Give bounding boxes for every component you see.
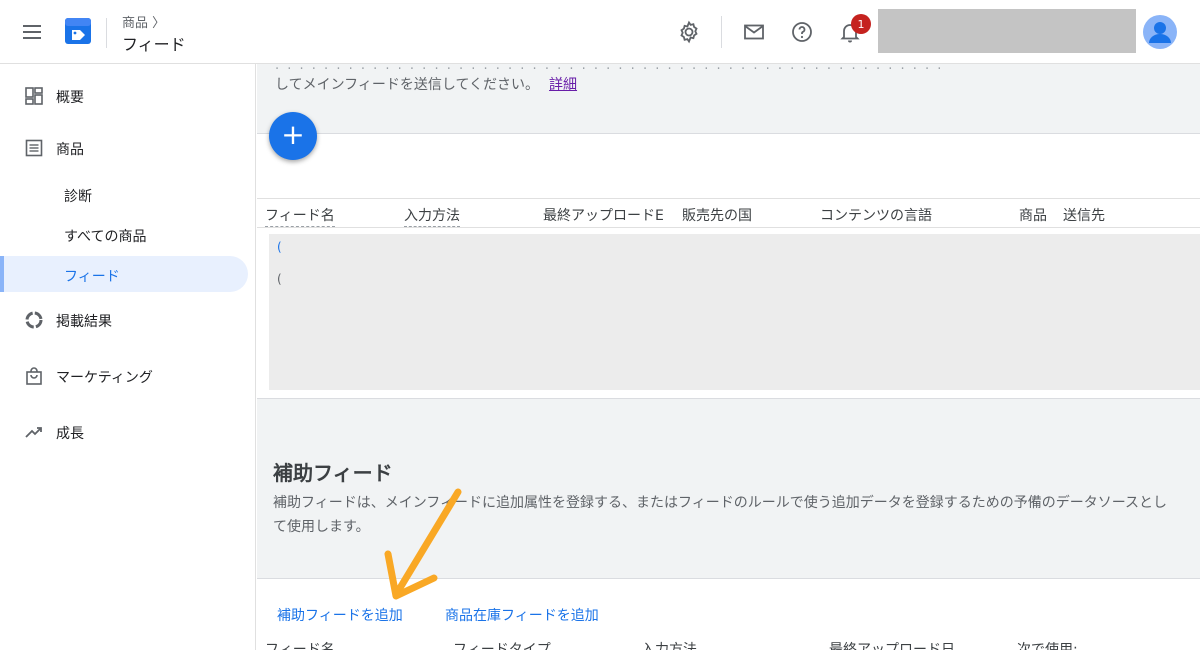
sidebar-nav: 概要 商品 診断 すべての商品 フィード 掲載結果 マーケティング 成長 xyxy=(0,64,256,650)
sidebar-item-products[interactable]: 商品 xyxy=(0,130,256,166)
page-title: フィード xyxy=(122,35,186,54)
sidebar-item-all-products[interactable]: すべての商品 xyxy=(0,216,256,252)
column-header[interactable]: フィード名 xyxy=(265,205,335,227)
merchant-center-logo-icon xyxy=(65,18,91,44)
column-header[interactable]: 次で使用: xyxy=(1017,639,1078,650)
settings-gear-icon[interactable] xyxy=(677,20,701,44)
add-inventory-feed-button[interactable]: 商品在庫フィードを追加 xyxy=(445,605,599,625)
row-fragment: ( xyxy=(277,272,282,286)
sidebar-item-marketing[interactable]: マーケティング xyxy=(0,358,256,394)
column-header[interactable]: 入力方法 xyxy=(404,205,460,227)
donut-chart-icon xyxy=(25,311,43,329)
sidebar-item-label: 商品 xyxy=(56,142,84,158)
sidebar-item-overview[interactable]: 概要 xyxy=(0,78,256,114)
sidebar-item-label: 成長 xyxy=(56,426,84,442)
header-divider xyxy=(106,18,107,48)
column-header[interactable]: 商品 xyxy=(1019,205,1047,225)
row-fragment-link[interactable]: ( xyxy=(277,240,282,254)
user-avatar-icon[interactable] xyxy=(1143,15,1177,49)
supplemental-feeds-card: 補助フィードを追加 商品在庫フィードを追加 フィード名 フィードタイプ 入力方法… xyxy=(257,578,1200,650)
list-icon xyxy=(25,139,43,157)
description-sentence: してメインフィードを送信してください。 xyxy=(275,77,540,93)
column-header[interactable]: 送信先 xyxy=(1063,205,1105,225)
add-primary-feed-button[interactable]: + xyxy=(269,112,317,160)
supplemental-feeds-intro: 補助フィード 補助フィードは、メインフィードに追加属性を登録する、またはフィード… xyxy=(257,398,1200,578)
sidebar-item-growth[interactable]: 成長 xyxy=(0,414,256,450)
account-info-redacted[interactable] xyxy=(878,9,1136,53)
column-header[interactable]: 販売先の国 xyxy=(682,205,752,225)
column-header[interactable]: 最終アップロード日 xyxy=(829,639,955,650)
sidebar-item-label: 概要 xyxy=(56,90,84,106)
shopping-bag-icon xyxy=(26,367,42,385)
column-header[interactable]: フィードタイプ xyxy=(453,639,551,650)
learn-more-link[interactable]: 詳細 xyxy=(549,77,577,93)
primary-feeds-table-body-redacted: ( ( xyxy=(269,234,1200,390)
sidebar-item-label: すべての商品 xyxy=(64,229,147,245)
column-header[interactable]: フィード名 xyxy=(265,639,335,650)
sidebar-item-diagnostics[interactable]: 診断 xyxy=(0,176,256,212)
primary-feeds-table-header: フィード名 入力方法 最終アップロードE 販売先の国 コンテンツの言語 商品 送… xyxy=(257,198,1200,228)
column-header[interactable]: 最終アップロードE xyxy=(543,205,664,225)
cut-off-text: . . . . . . . . . . . . . . . . . . . . … xyxy=(275,64,944,73)
top-app-bar: 商品 〉 フィード 1 xyxy=(0,0,1200,64)
description-text: してメインフィードを送信してください。 詳細 xyxy=(275,74,577,94)
primary-feeds-description: . . . . . . . . . . . . . . . . . . . . … xyxy=(257,64,1200,134)
primary-feeds-card: + フィード名 入力方法 最終アップロードE 販売先の国 コンテンツの言語 商品… xyxy=(257,112,1200,398)
help-icon[interactable] xyxy=(790,20,814,44)
sidebar-item-feeds[interactable]: フィード xyxy=(0,256,248,292)
menu-icon[interactable] xyxy=(20,20,44,44)
breadcrumb-parent[interactable]: 商品 〉 xyxy=(122,12,165,31)
sidebar-item-performance[interactable]: 掲載結果 xyxy=(0,302,256,338)
sidebar-item-label: 掲載結果 xyxy=(56,314,112,330)
add-supplemental-feed-button[interactable]: 補助フィードを追加 xyxy=(277,605,403,625)
section-description: 補助フィードは、メインフィードに追加属性を登録する、またはフィードのルールで使う… xyxy=(273,495,1168,535)
section-title: 補助フィード xyxy=(273,461,393,485)
dashboard-icon xyxy=(25,87,43,105)
column-header[interactable]: コンテンツの言語 xyxy=(820,205,932,225)
column-header[interactable]: 入力方法 xyxy=(641,639,697,650)
sidebar-item-label: 診断 xyxy=(64,189,92,205)
active-indicator xyxy=(0,256,4,292)
sidebar-item-label: マーケティング xyxy=(56,370,153,386)
trending-up-icon xyxy=(25,427,42,438)
main-content: . . . . . . . . . . . . . . . . . . . . … xyxy=(257,64,1200,650)
header-icon-divider xyxy=(721,16,722,48)
sidebar-item-label: フィード xyxy=(64,269,120,285)
mail-icon[interactable] xyxy=(742,20,766,44)
notification-count-badge: 1 xyxy=(851,14,871,34)
